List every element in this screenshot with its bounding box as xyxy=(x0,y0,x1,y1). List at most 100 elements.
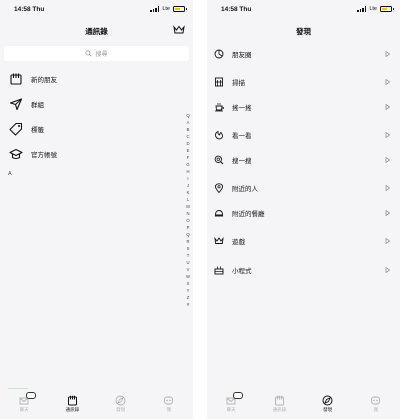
discover-screen: 14:58 Thu Lte 發現 朋友圈 掃描 搖一搖 看一看 搜一搜 附近的人… xyxy=(207,0,400,419)
status-time: 14:58 Thu xyxy=(14,6,45,13)
crown-icon xyxy=(214,236,224,244)
network-label: Lte xyxy=(162,6,170,12)
chats-badge-icon xyxy=(233,392,244,399)
index-letter[interactable]: S xyxy=(187,245,190,252)
contacts-item-label: 標籤 xyxy=(31,126,44,134)
index-letter[interactable]: I xyxy=(187,175,188,182)
tab-label: 聊天 xyxy=(19,407,29,412)
tab-chats[interactable]: 聊天 xyxy=(207,391,255,419)
status-time: 14:58 Thu xyxy=(221,6,252,13)
contacts-item-groups[interactable]: 群組 xyxy=(0,91,193,116)
scroll-indicator xyxy=(8,387,28,389)
index-letter[interactable]: Z xyxy=(187,294,190,301)
index-letter[interactable]: E xyxy=(187,147,190,154)
discover-item-people-nearby[interactable]: 附近的人 xyxy=(207,181,400,195)
me-icon xyxy=(371,396,381,405)
discover-item-label: 朋友圈 xyxy=(232,52,252,59)
shake-icon xyxy=(215,103,224,112)
index-letter[interactable]: M xyxy=(186,203,190,210)
tab-me[interactable]: 我 xyxy=(145,391,193,419)
tab-contacts[interactable]: 通訊錄 xyxy=(48,391,96,419)
index-letter[interactable]: N xyxy=(186,210,189,217)
discover-item-moments[interactable]: 朋友圈 xyxy=(207,47,400,61)
index-letter[interactable]: P xyxy=(187,224,190,231)
contacts-menu-list: 新的朋友 群組 標籤 官方帳號 xyxy=(0,66,193,166)
tab-me[interactable]: 我 xyxy=(352,391,400,419)
chevron-right-icon xyxy=(385,51,390,57)
chevron-right-icon xyxy=(385,267,390,273)
chevron-right-icon xyxy=(385,238,390,244)
contacts-item-official-accounts[interactable]: 官方帳號 xyxy=(0,141,193,166)
tab-chats[interactable]: 聊天 xyxy=(0,391,48,419)
graduation-cap-icon xyxy=(9,148,23,159)
index-letter[interactable]: J xyxy=(187,182,189,189)
alphabet-index[interactable]: Q A B C D E F G H I J K L M N O P Q R S … xyxy=(185,112,191,308)
index-letter[interactable]: F xyxy=(187,154,190,161)
discover-item-label: 附近的人 xyxy=(232,186,258,193)
index-letter[interactable]: O xyxy=(186,217,189,224)
discover-item-label: 搖一搖 xyxy=(232,105,252,112)
discover-item-scan[interactable]: 掃描 xyxy=(207,75,400,89)
index-letter[interactable]: B xyxy=(187,126,190,133)
tab-label: 聊天 xyxy=(226,407,236,412)
discover-item-search[interactable]: 搜一搜 xyxy=(207,153,400,167)
chats-badge-icon xyxy=(26,392,37,399)
index-letter[interactable]: X xyxy=(187,280,190,287)
index-letter[interactable]: Q xyxy=(186,112,189,119)
new-friends-icon xyxy=(10,73,22,85)
index-letter[interactable]: # xyxy=(187,301,189,308)
index-letter[interactable]: W xyxy=(186,273,190,280)
tab-discover[interactable]: 發現 xyxy=(97,391,145,419)
search-placeholder: 搜尋 xyxy=(95,52,108,58)
me-icon xyxy=(164,396,174,405)
index-letter[interactable]: L xyxy=(187,196,189,203)
tab-contacts[interactable]: 通訊錄 xyxy=(255,391,303,419)
page-title: 通訊錄 xyxy=(85,27,108,36)
contacts-item-tags[interactable]: 標籤 xyxy=(0,116,193,141)
tab-label: 發現 xyxy=(116,407,126,412)
discover-item-mini-programs[interactable]: 小程式 xyxy=(207,263,400,277)
contacts-item-new-friends[interactable]: 新的朋友 xyxy=(0,66,193,91)
tab-bar: 聊天 通訊錄 發現 我 xyxy=(207,391,400,419)
discover-item-shake[interactable]: 搖一搖 xyxy=(207,100,400,114)
tab-bar: 聊天 通訊錄 發現 我 xyxy=(0,391,193,419)
tab-label: 通訊錄 xyxy=(65,407,80,412)
index-letter[interactable]: T xyxy=(187,252,190,259)
status-bar: 14:58 Thu Lte xyxy=(207,0,400,20)
index-letter[interactable]: C xyxy=(186,133,189,140)
index-letter[interactable]: V xyxy=(187,266,190,273)
network-label: Lte xyxy=(369,6,377,12)
search-icon xyxy=(214,155,224,165)
discover-item-label: 小程式 xyxy=(232,268,252,275)
index-letter[interactable]: Y xyxy=(187,287,190,294)
nav-bar: 通訊錄 xyxy=(0,20,193,42)
section-header: A xyxy=(8,171,12,177)
discover-item-look[interactable]: 看一看 xyxy=(207,128,400,142)
tab-label: 我 xyxy=(373,407,379,412)
index-letter[interactable]: H xyxy=(186,168,189,175)
index-letter[interactable]: U xyxy=(186,259,189,266)
discover-item-label: 看一看 xyxy=(232,133,252,140)
look-icon xyxy=(215,130,223,140)
search-input[interactable]: 搜尋 xyxy=(4,46,189,61)
index-letter[interactable]: G xyxy=(186,161,189,168)
status-indicators: Lte xyxy=(150,6,187,12)
index-letter[interactable]: A xyxy=(187,119,190,126)
mini-program-icon xyxy=(214,266,224,275)
discover-item-games[interactable]: 遊戲 xyxy=(207,234,400,248)
chevron-right-icon xyxy=(385,79,390,85)
discover-item-restaurants-nearby[interactable]: 附近的餐廳 xyxy=(207,206,400,220)
location-pin-icon xyxy=(215,183,223,193)
battery-icon xyxy=(380,6,394,12)
tag-icon xyxy=(9,122,23,136)
chevron-right-icon xyxy=(385,132,390,138)
index-letter[interactable]: R xyxy=(186,238,189,245)
crown-icon[interactable] xyxy=(173,25,185,35)
signal-icon xyxy=(357,6,367,12)
index-letter[interactable]: Q xyxy=(186,231,189,238)
chevron-right-icon xyxy=(385,157,390,163)
discover-icon xyxy=(115,395,126,406)
index-letter[interactable]: K xyxy=(187,189,190,196)
tab-discover[interactable]: 發現 xyxy=(304,391,352,419)
index-letter[interactable]: D xyxy=(186,140,189,147)
